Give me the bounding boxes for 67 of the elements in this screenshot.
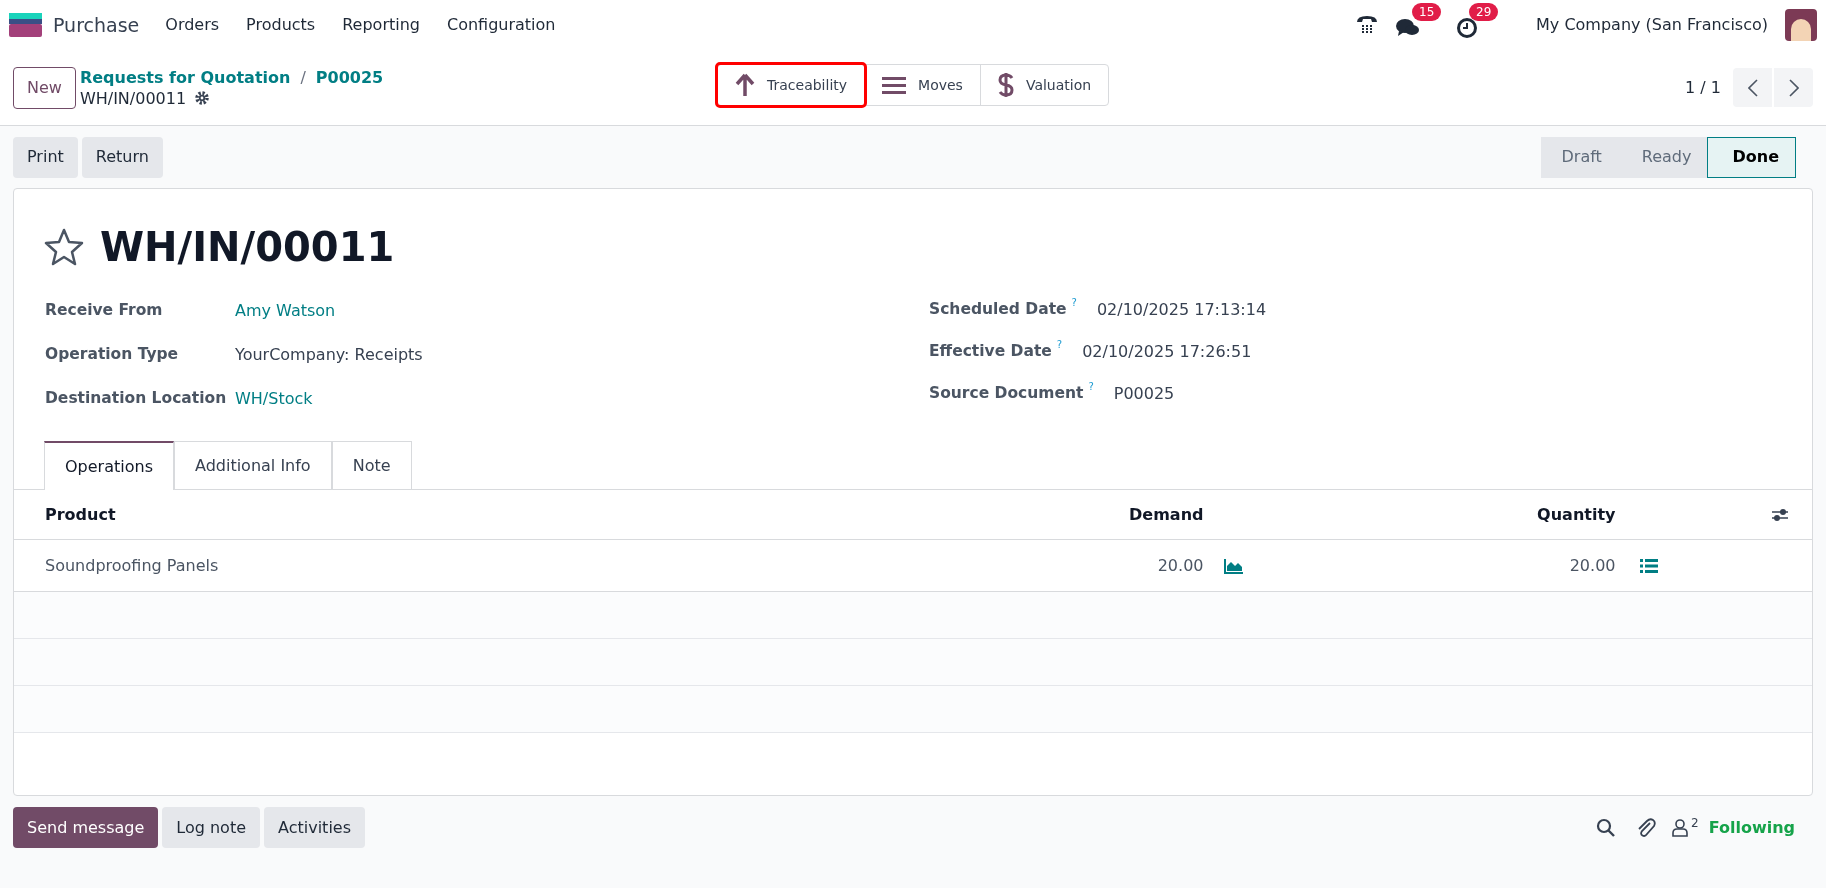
pager-value[interactable]: 1 / 1 [1685,75,1721,100]
new-button[interactable]: New [13,66,76,109]
status-stage[interactable]: Done [1707,136,1796,178]
status-stage[interactable]: Draft [1541,136,1618,178]
paperclip-icon[interactable] [1636,816,1656,839]
search-icon[interactable] [1596,817,1616,838]
field-value: YourCompany: Receipts [235,344,423,366]
record-title: WH/IN/00011 [100,223,395,272]
activity-badge: 29 [1469,3,1499,21]
gear-icon[interactable] [194,90,211,106]
field-label: Destination Location [45,388,228,410]
field-label: Scheduled Date [929,299,1067,321]
app-name[interactable]: Purchase [53,10,140,40]
form-tab[interactable]: Note [331,441,412,490]
chevron-left-icon [1747,78,1758,97]
action-button[interactable]: Return [81,136,163,178]
table-cell-text: 20.00 [1156,554,1204,577]
table-cell-text: 20.00 [1568,554,1616,577]
user-icon[interactable] [1672,818,1688,837]
area-chart-icon[interactable] [1223,557,1244,574]
breadcrumb-separator: / [300,66,306,88]
list-icon [882,75,907,95]
form-tab[interactable]: Additional Info [173,441,332,490]
field-value: 02/10/2025 17:26:51 [1082,341,1252,363]
up-arrow-icon [735,73,755,97]
star-icon[interactable] [44,228,84,266]
previous-button[interactable] [1733,68,1772,107]
next-button[interactable] [1774,68,1813,107]
table-cell-text: Soundproofing Panels [44,554,220,577]
smart-button[interactable]: Traceability [718,65,865,105]
smart-button[interactable]: Moves [864,65,980,105]
notification-badge: 15 [1412,3,1442,21]
smart-button[interactable]: Valuation [979,65,1109,105]
action-button[interactable]: Print [13,136,78,178]
breadcrumb-link[interactable]: Requests for Quotation [79,66,291,88]
clock-icon[interactable] [1456,17,1479,39]
app-logo-icon[interactable] [9,13,42,37]
column-header[interactable]: Demand [668,502,1204,527]
chevron-right-icon [1788,78,1799,97]
breadcrumb-link[interactable]: P00025 [315,66,384,88]
field-label: Effective Date [929,341,1052,363]
chatter-button[interactable]: Activities [264,807,365,848]
field-value: 02/10/2025 17:13:14 [1096,299,1267,321]
follower-count[interactable]: 2 [1691,815,1699,830]
status-stage[interactable]: Ready [1617,136,1708,178]
field-value[interactable]: WH/Stock [235,387,313,411]
field-value: P00025 [1113,383,1175,405]
menu-item[interactable]: Products [246,13,316,37]
column-header[interactable]: Product [14,502,514,527]
record-name: WH/IN/00011 [79,87,187,109]
user-avatar[interactable] [1785,9,1817,41]
menu-item[interactable]: Reporting [342,13,420,37]
phone-icon[interactable] [1355,14,1380,36]
menu-item[interactable]: Configuration [446,13,556,37]
field-label: Source Document [929,383,1084,405]
company-switcher[interactable]: My Company (San Francisco) [1536,13,1768,37]
list-icon[interactable] [1639,557,1658,574]
chatter-button[interactable]: Log note [162,807,260,848]
chatter-button[interactable]: Send message [13,807,159,848]
chat-icon[interactable] [1396,17,1421,39]
field-label: Receive From [45,300,164,322]
dollar-icon [997,72,1014,98]
column-header[interactable]: Quantity [1203,502,1616,527]
field-value[interactable]: Amy Watson [235,299,336,323]
form-tab[interactable]: Operations [44,441,174,490]
menu-item[interactable]: Orders [165,13,220,37]
field-label: Operation Type [45,344,180,366]
